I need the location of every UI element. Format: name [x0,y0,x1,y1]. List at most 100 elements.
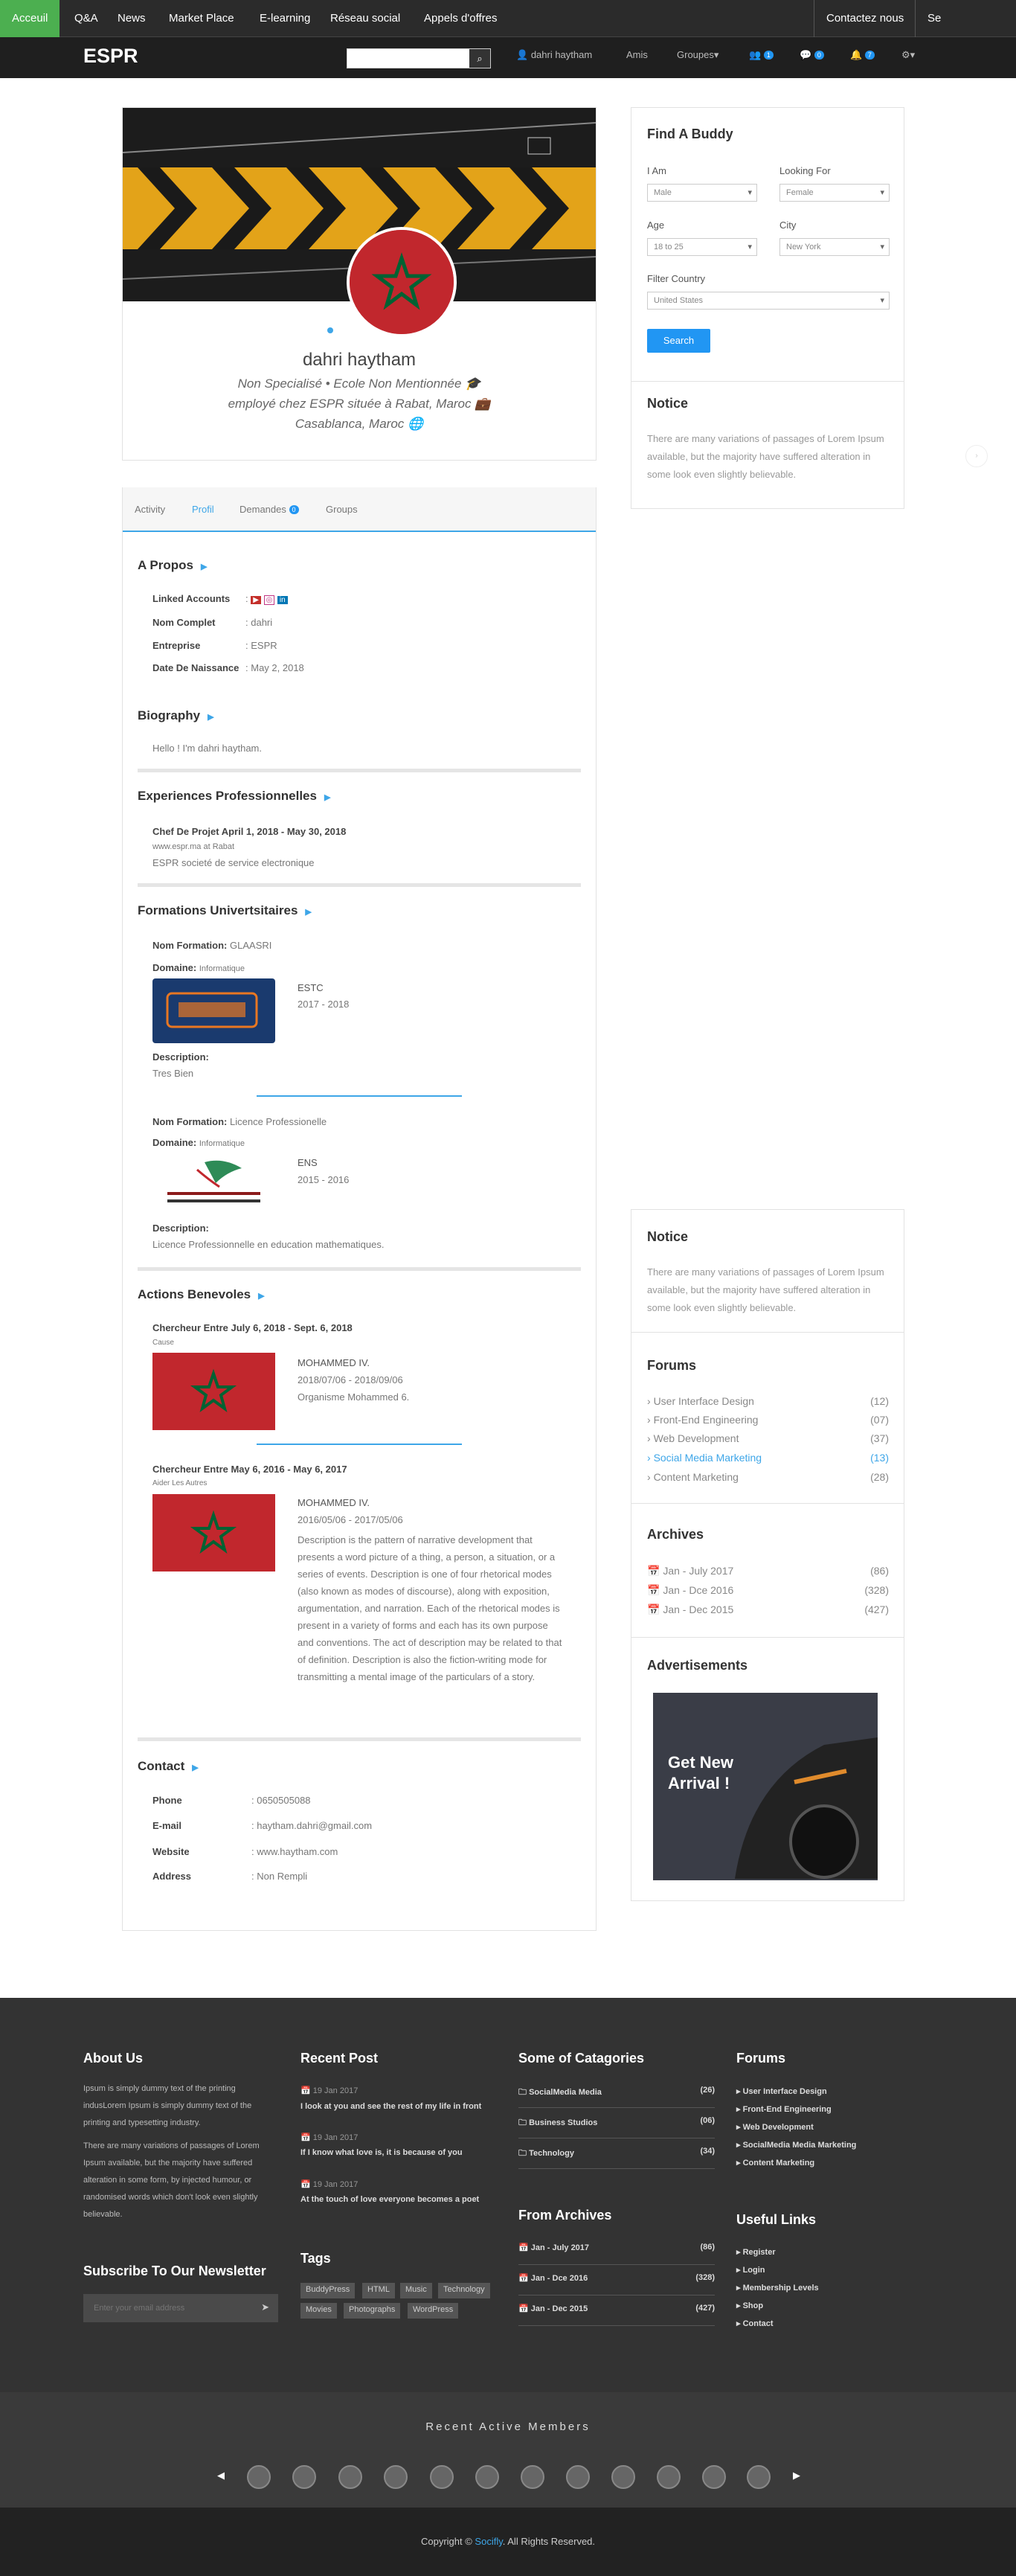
newsletter-email-input[interactable] [83,2294,247,2322]
footer-forum-link[interactable]: ▸ Front-End Engineering [736,2104,832,2114]
member-avatar[interactable] [657,2465,681,2489]
settings-menu[interactable]: ⚙▾ [901,49,915,61]
brand-logo[interactable]: ESPR [83,45,138,68]
tag-item[interactable]: BuddyPress [300,2283,356,2298]
looking-for-select[interactable]: Female [779,184,890,202]
member-avatar[interactable] [475,2465,499,2489]
birthdate-value: : May 2, 2018 [245,662,304,673]
tab-profil[interactable]: Profil [192,504,214,515]
nav-appels-offres[interactable]: Appels d'offres [412,0,509,37]
demandes-badge: 0 [289,505,299,514]
youtube-icon[interactable]: ▶ [251,596,261,604]
copyright-brand[interactable]: Socifly [475,2536,502,2547]
archive-item[interactable]: 📅 Jan - Dce 2016 (328) [647,1584,889,1597]
post-title[interactable]: If I know what love is, it is because of… [300,2148,463,2157]
tag-item[interactable]: Photographs [344,2303,401,2319]
tag-item[interactable]: Movies [300,2303,337,2319]
forum-item[interactable]: › Web Development (37) [647,1432,889,1444]
carousel-prev-icon[interactable]: ◀ [217,2470,225,2482]
member-avatar[interactable] [338,2465,362,2489]
nav-qa[interactable]: Q&A [62,0,110,37]
email-text[interactable]: haytham.dahri@gmail.com [257,1820,372,1831]
footer-forum-link[interactable]: ▸ Web Development [736,2122,814,2132]
age-select[interactable]: 18 to 25 [647,238,757,256]
city-select[interactable]: New York [779,238,890,256]
forum-item-active[interactable]: › Social Media Marketing (13) [647,1452,889,1464]
formations-title-text: Formations Univertsitaires [138,903,298,917]
tab-groups[interactable]: Groups [326,504,358,515]
search-button[interactable]: ⌕ [469,49,490,68]
tag-item[interactable]: Technology [438,2283,490,2298]
user-menu[interactable]: 👤 dahri haytham [516,49,592,61]
category-item[interactable]: 🗀 SocialMedia Media (26) [518,2086,715,2108]
tag-item[interactable]: WordPress [408,2303,459,2319]
scroll-side-button[interactable]: › [965,445,988,467]
member-avatar[interactable] [384,2465,408,2489]
search-buddy-button[interactable]: Search [647,329,710,353]
useful-link[interactable]: ▸ Register [736,2247,776,2257]
advertisement-banner[interactable]: Get New Arrival ! [653,1693,878,1880]
experience-desc: ESPR societé de service electronique [152,857,315,868]
useful-link[interactable]: ▸ Shop [736,2301,763,2310]
tab-demandes[interactable]: Demandes 0 [239,504,299,515]
member-avatar[interactable] [702,2465,726,2489]
nav-news[interactable]: News [106,0,158,37]
footer-forum-link[interactable]: ▸ Content Marketing [736,2158,814,2168]
archive-item[interactable]: 📅 Jan - July 2017 (86) [518,2243,715,2265]
nav-acceuil[interactable]: Acceuil [0,0,60,37]
nav-reseau-social[interactable]: Réseau social [318,0,412,37]
tab-activity[interactable]: Activity [135,504,165,515]
instagram-icon[interactable]: ◎ [263,595,275,605]
archive-item[interactable]: 📅 Jan - Dce 2016 (328) [518,2273,715,2295]
member-avatar[interactable] [247,2465,271,2489]
archive-item[interactable]: 📅 Jan - July 2017 (86) [647,1565,889,1577]
footer-forum-link[interactable]: ▸ SocialMedia Media Marketing [736,2140,856,2150]
send-icon[interactable]: ➤ [261,2301,269,2313]
useful-link[interactable]: ▸ Login [736,2265,765,2275]
formation-nom: Nom Formation: Licence Professionelle [152,1116,327,1127]
post-title[interactable]: At the touch of love everyone becomes a … [300,2195,479,2204]
nav-elearning[interactable]: E-learning [248,0,322,37]
member-avatar[interactable] [430,2465,454,2489]
linkedin-icon[interactable]: in [277,596,288,604]
member-avatar[interactable] [566,2465,590,2489]
category-item[interactable]: 🗀 Technology (34) [518,2147,715,2169]
tag-item[interactable]: HTML [362,2283,395,2298]
forum-name: Front-End Engineering [653,1414,759,1426]
notice-text-2: There are many variations of passages of… [647,1266,884,1313]
forum-item[interactable]: › Content Marketing (28) [647,1471,889,1483]
footer-forum-link[interactable]: ▸ User Interface Design [736,2086,827,2096]
member-avatar[interactable] [747,2465,771,2489]
useful-link[interactable]: ▸ Membership Levels [736,2283,819,2293]
nav-marketplace[interactable]: Market Place [157,0,246,37]
friends-notifications[interactable]: 👥 1 [749,49,774,61]
amis-link[interactable]: Amis [626,49,648,60]
carousel-next-icon[interactable]: ▶ [793,2470,800,2482]
forum-count: (13) [870,1452,889,1464]
member-avatar[interactable] [611,2465,635,2489]
forum-item[interactable]: › Front-End Engineering (07) [647,1414,889,1426]
i-am-select[interactable]: Male [647,184,757,202]
messages-notifications[interactable]: 💬 0 [800,49,824,61]
member-avatar[interactable] [521,2465,544,2489]
groupes-dropdown[interactable]: Groupes▾ [677,49,718,61]
nom-complet-label: Nom Complet [152,617,216,628]
nav-contact[interactable]: Contactez nous [814,0,916,37]
category-item[interactable]: 🗀 Business Studios (06) [518,2116,715,2138]
member-avatar[interactable] [292,2465,316,2489]
useful-link[interactable]: ▸ Contact [736,2319,774,2328]
post-title[interactable]: I look at you and see the rest of my lif… [300,2102,481,2111]
alerts-notifications[interactable]: 🔔 7 [850,49,875,61]
country-select[interactable]: United States [647,292,890,310]
search-input[interactable] [347,49,466,68]
biography-text: Hello ! I'm dahri haytham. [152,743,262,754]
forum-item[interactable]: › User Interface Design (12) [647,1395,889,1407]
website-value: : www.haytham.com [251,1846,338,1857]
website-text[interactable]: www.haytham.com [257,1846,338,1857]
archive-item[interactable]: 📅 Jan - Dec 2015 (427) [647,1603,889,1616]
profile-avatar[interactable] [347,227,457,337]
nav-logout[interactable]: Se deconnecter [915,0,1016,62]
recent-post-title: Recent Post [300,2051,379,2066]
tag-item[interactable]: Music [400,2283,432,2298]
archive-item[interactable]: 📅 Jan - Dec 2015 (427) [518,2304,715,2326]
